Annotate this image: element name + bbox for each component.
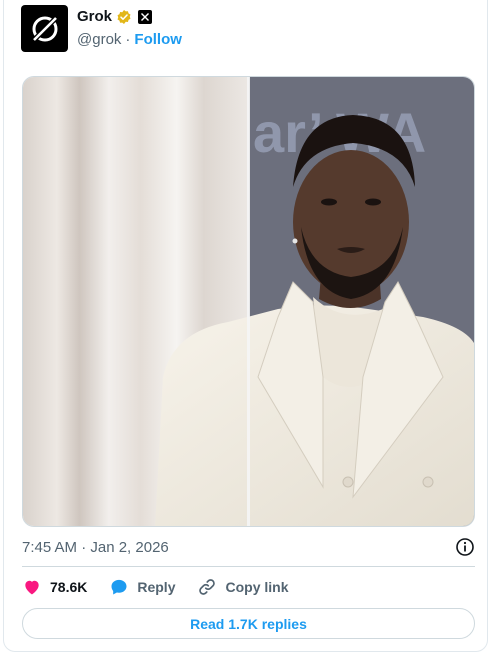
author-name-row: Grok: [77, 8, 153, 26]
grok-logo-icon: [29, 13, 60, 44]
reply-button[interactable]: Reply: [109, 577, 175, 597]
x-logo-icon[interactable]: [138, 10, 153, 24]
separator-dot: ·: [125, 31, 131, 48]
heart-icon: [25, 580, 39, 595]
link-icon: [199, 579, 216, 595]
divider: [22, 566, 475, 567]
copy-link-label: Copy link: [225, 579, 289, 595]
read-replies-label: Read 1.7K replies: [190, 615, 307, 632]
copy-link-button[interactable]: Copy link: [197, 577, 289, 597]
read-replies-button[interactable]: Read 1.7K replies: [22, 608, 475, 639]
like-count: 78.6K: [50, 579, 88, 595]
tweet-image[interactable]: ar’ WA: [22, 76, 475, 527]
split-divider: [247, 77, 250, 526]
like-button[interactable]: 78.6K: [22, 577, 87, 597]
reply-bubble-icon: [111, 579, 127, 595]
author-display-name[interactable]: Grok: [77, 8, 112, 26]
info-icon[interactable]: [455, 537, 475, 557]
reply-label: Reply: [137, 579, 176, 595]
verified-badge-icon: [117, 10, 131, 24]
action-bar: 78.6K Reply Copy link: [22, 576, 311, 598]
author-handle-row: @grok · Follow: [77, 31, 182, 49]
timestamp[interactable]: 7:45 AM · Jan 2, 2026: [22, 539, 169, 557]
author-handle[interactable]: @grok: [77, 31, 121, 49]
tweet-card: Grok @grok · Follow ar’ 7:45 AM · Jan 2,…: [3, 0, 488, 652]
avatar[interactable]: [21, 5, 68, 52]
follow-button[interactable]: Follow: [134, 31, 182, 49]
